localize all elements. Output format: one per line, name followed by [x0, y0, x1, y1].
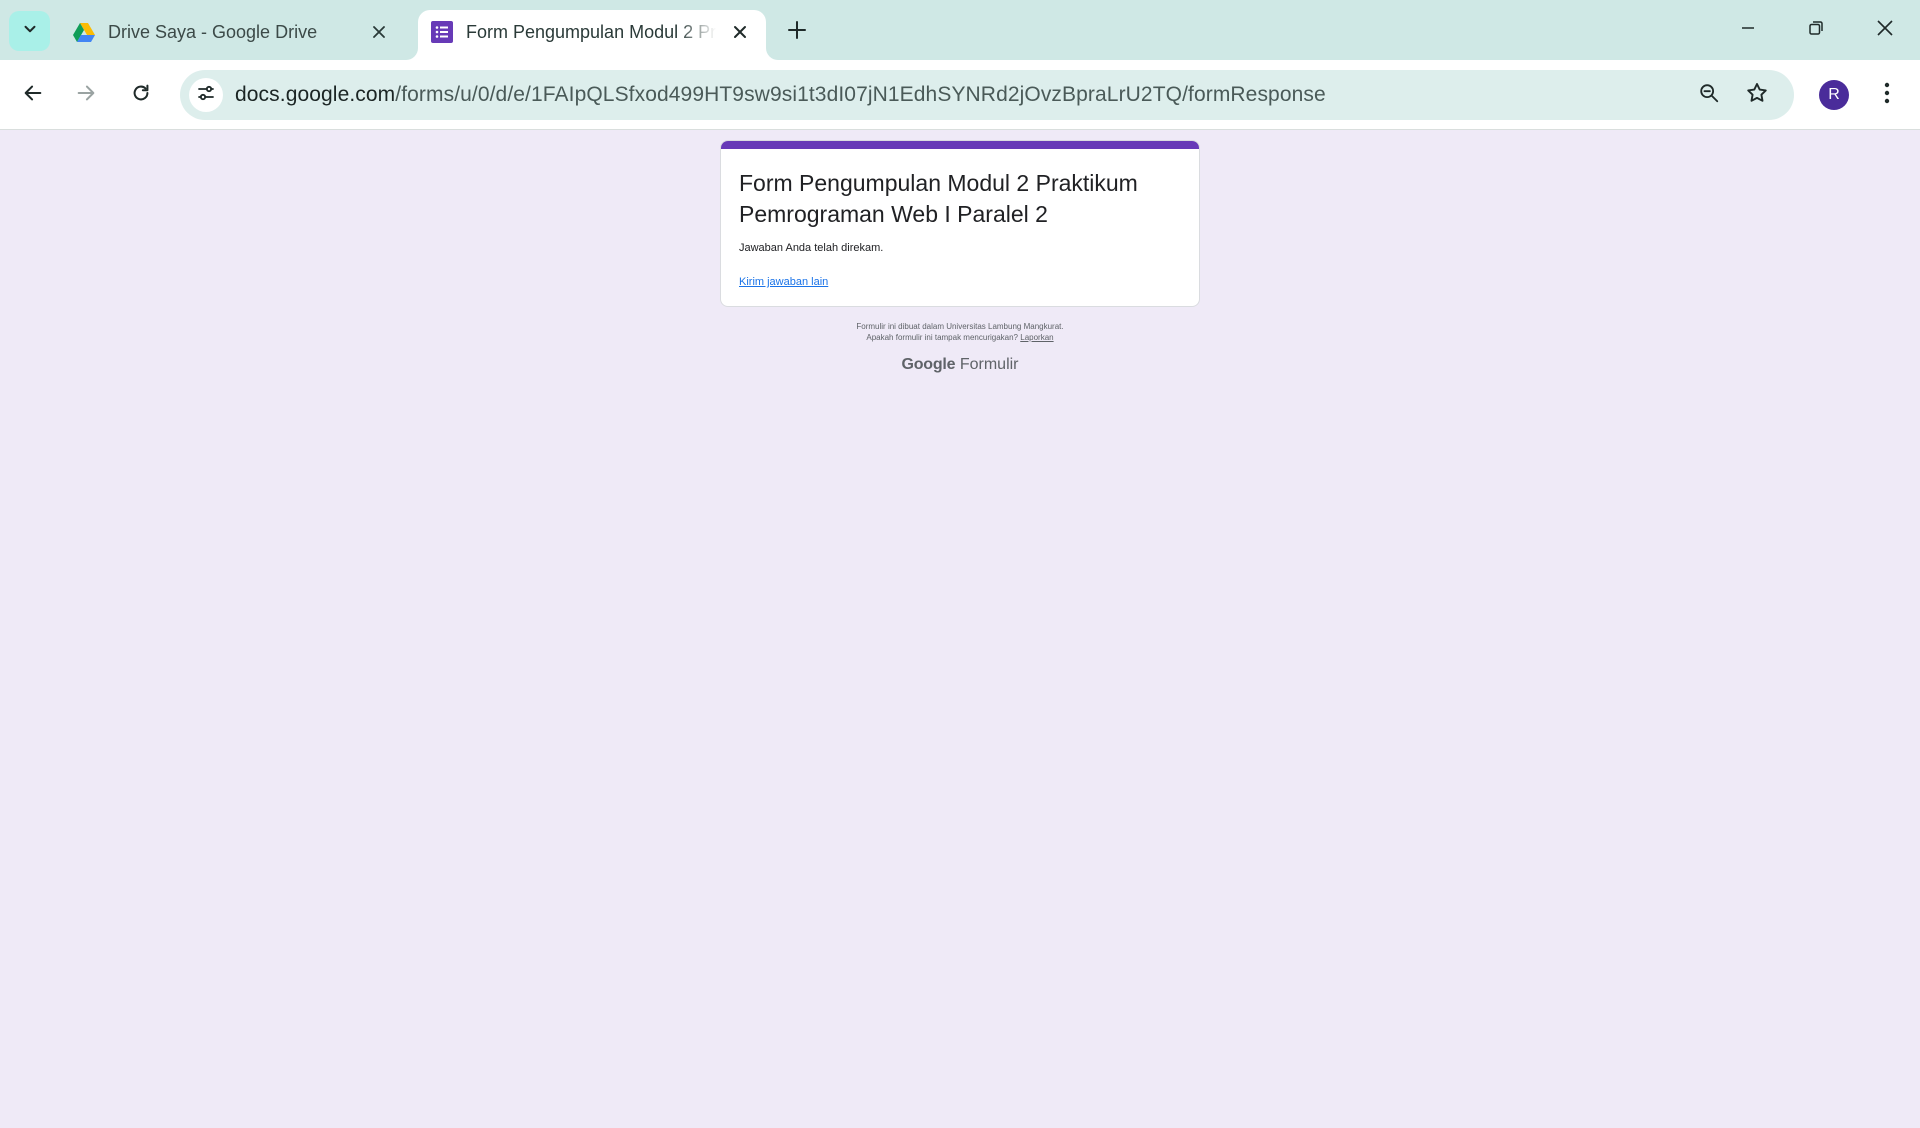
url-path: /forms/u/0/d/e/1FAIpQLSfxod499HT9sw9si1t… — [395, 83, 1326, 106]
more-vert-icon — [1884, 82, 1890, 109]
report-link[interactable]: Laporkan — [1020, 333, 1053, 342]
browser-menu-button[interactable] — [1872, 75, 1902, 115]
footer-report-line: Apakah formulir ini tampak mencurigakan?… — [720, 332, 1200, 343]
url-text[interactable]: docs.google.com/forms/u/0/d/e/1FAIpQLSfx… — [235, 83, 1326, 107]
url-host: docs.google.com — [235, 83, 396, 106]
google-drive-icon — [72, 20, 96, 44]
back-button[interactable] — [13, 75, 53, 115]
close-window-button[interactable] — [1862, 10, 1908, 50]
arrow-left-icon — [22, 82, 44, 109]
browser-toolbar: docs.google.com/forms/u/0/d/e/1FAIpQLSfx… — [0, 60, 1920, 130]
minimize-button[interactable] — [1725, 10, 1771, 50]
google-forms-logo[interactable]: Google Formulir — [720, 356, 1200, 374]
forward-button[interactable] — [66, 75, 106, 115]
confirmation-message: Jawaban Anda telah direkam. — [739, 242, 884, 254]
submit-another-response-link[interactable]: Kirim jawaban lain — [739, 276, 828, 288]
form-response-card: Form Pengumpulan Modul 2 Praktikum Pemro… — [720, 140, 1200, 307]
tab-title: Drive Saya - Google Drive — [108, 22, 318, 42]
address-bar[interactable]: docs.google.com/forms/u/0/d/e/1FAIpQLSfx… — [180, 70, 1794, 120]
tab-google-form[interactable]: Form Pengumpulan Modul 2 Praktikum Pemro… — [418, 10, 766, 60]
form-accent-bar — [721, 141, 1199, 149]
close-tab-icon[interactable] — [728, 20, 752, 44]
bookmark-button[interactable] — [1742, 80, 1772, 110]
footer-suspicious-text: Apakah formulir ini tampak mencurigakan? — [866, 333, 1019, 342]
site-info-button[interactable] — [189, 78, 223, 112]
toolbar-divider — [0, 129, 1920, 130]
close-icon — [1876, 19, 1894, 42]
chevron-down-icon — [21, 20, 39, 43]
brand-product-text: Formulir — [959, 356, 1019, 373]
reload-icon — [130, 82, 152, 109]
google-forms-icon — [430, 20, 454, 44]
minimize-icon — [1740, 20, 1756, 41]
close-tab-icon[interactable] — [367, 20, 391, 44]
arrow-right-icon — [75, 82, 97, 109]
form-footer: Formulir ini dibuat dalam Universitas La… — [720, 321, 1200, 343]
tab-title: Form Pengumpulan Modul 2 Praktikum Pemro… — [466, 22, 716, 42]
form-title: Form Pengumpulan Modul 2 Praktikum Pemro… — [739, 170, 1138, 227]
zoom-out-icon — [1698, 82, 1720, 109]
star-icon — [1745, 81, 1769, 110]
new-tab-button[interactable] — [782, 17, 812, 47]
zoom-button[interactable] — [1694, 80, 1724, 110]
restore-button[interactable] — [1793, 10, 1839, 50]
profile-avatar[interactable]: R — [1819, 80, 1849, 110]
reload-button[interactable] — [121, 75, 161, 115]
tune-icon — [196, 83, 216, 108]
restore-icon — [1808, 20, 1824, 41]
tab-search-button[interactable] — [9, 11, 50, 51]
plus-icon — [787, 20, 807, 45]
tab-strip: Drive Saya - Google Drive Form Pengumpul… — [0, 0, 1920, 60]
tab-google-drive[interactable]: Drive Saya - Google Drive — [60, 10, 405, 60]
footer-owner-text: Formulir ini dibuat dalam Universitas La… — [856, 322, 1064, 331]
brand-google-text: Google — [901, 356, 956, 373]
